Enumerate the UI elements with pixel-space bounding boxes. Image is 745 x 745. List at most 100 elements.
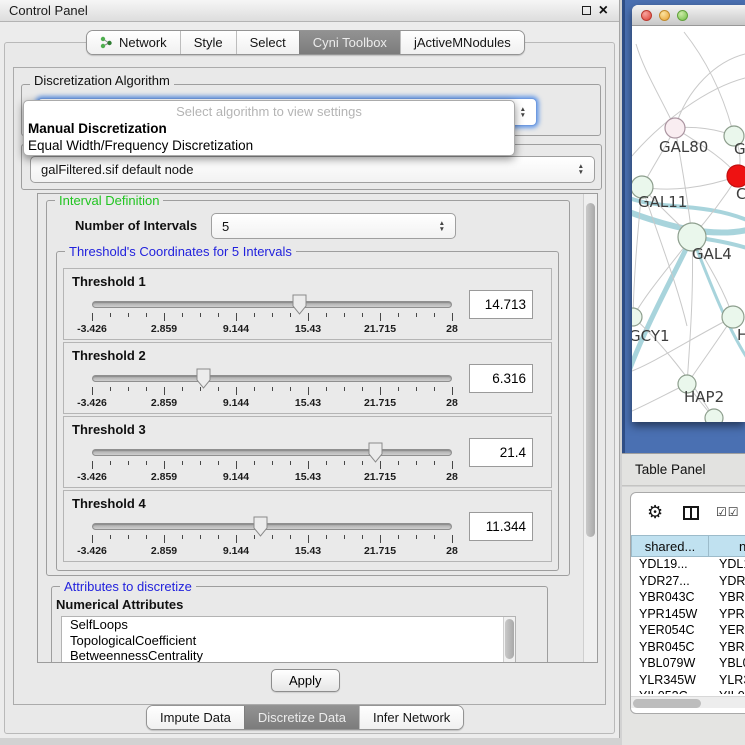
- slider-tick-label: 9.144: [223, 545, 249, 557]
- table-cell[interactable]: YIL052C: [631, 689, 709, 694]
- scrollbar-thumb[interactable]: [633, 699, 701, 708]
- table-cell[interactable]: YDR2: [709, 574, 745, 591]
- table-cell[interactable]: YIL0: [709, 689, 745, 694]
- tab-style[interactable]: Style: [180, 31, 236, 54]
- threshold-slider[interactable]: -3.4262.8599.14415.4321.71528: [92, 444, 452, 486]
- table-cell[interactable]: YPR1: [709, 607, 745, 624]
- tab-select[interactable]: Select: [236, 31, 299, 54]
- network-edge[interactable]: [636, 44, 675, 128]
- list-scrollbar[interactable]: [503, 617, 515, 663]
- network-edge[interactable]: [687, 317, 733, 384]
- table-cell[interactable]: YDR27...: [631, 574, 709, 591]
- slider-tick: [290, 535, 291, 539]
- table-row[interactable]: YBL079WYBL0: [631, 656, 745, 673]
- dropdown-option-equal-width[interactable]: Equal Width/Frequency Discretization: [24, 137, 514, 154]
- threshold-value-input[interactable]: [469, 364, 533, 393]
- table-cell[interactable]: YER0: [709, 623, 745, 640]
- table-cell[interactable]: YLR345W: [631, 673, 709, 690]
- network-edge[interactable]: [675, 54, 745, 128]
- slider-thumb[interactable]: [368, 442, 383, 463]
- network-node[interactable]: [705, 409, 723, 422]
- minimize-traffic-light[interactable]: [659, 10, 670, 21]
- table-cell[interactable]: YDL1: [709, 557, 745, 574]
- interval-definition-group: Interval Definition Number of Intervals …: [46, 200, 570, 576]
- table-cell[interactable]: YBL079W: [631, 656, 709, 673]
- table-cell[interactable]: YBR0: [709, 640, 745, 657]
- network-edge[interactable]: [633, 237, 692, 317]
- slider-tick: [416, 387, 417, 391]
- float-window-icon[interactable]: [582, 6, 591, 15]
- split-columns-icon[interactable]: [683, 506, 699, 520]
- slider-thumb[interactable]: [196, 368, 211, 389]
- table-cell[interactable]: YBL0: [709, 656, 745, 673]
- close-traffic-light[interactable]: [641, 10, 652, 21]
- slider-thumb[interactable]: [253, 516, 268, 537]
- slider-track[interactable]: [92, 375, 452, 382]
- table-horizontal-scrollbar[interactable]: [631, 696, 745, 708]
- table-cell[interactable]: YBR0: [709, 590, 745, 607]
- table-row[interactable]: YDR27...YDR2: [631, 574, 745, 591]
- threshold-slider[interactable]: -3.4262.8599.14415.4321.71528: [92, 296, 452, 338]
- network-node-selected[interactable]: [727, 165, 745, 187]
- tab-infer-network[interactable]: Infer Network: [359, 706, 463, 729]
- table-data-combobox[interactable]: galFiltered.sif default node ▲▼: [30, 156, 595, 183]
- tab-cyni-toolbox[interactable]: Cyni Toolbox: [299, 31, 400, 54]
- slider-track[interactable]: [92, 301, 452, 308]
- slider-tick: [218, 387, 219, 391]
- table-row[interactable]: YBR045CYBR0: [631, 640, 745, 657]
- select-columns-icon[interactable]: ☑☑: [716, 505, 740, 519]
- slider-track[interactable]: [92, 449, 452, 456]
- network-canvas[interactable]: GAL80 G C GAL11 GAL4 GCY1 H HAP2: [632, 26, 745, 422]
- slider-tick-label: 28: [446, 323, 458, 335]
- threshold-slider[interactable]: -3.4262.8599.14415.4321.71528: [92, 370, 452, 412]
- apply-button[interactable]: Apply: [271, 669, 340, 692]
- network-edge[interactable]: [642, 176, 738, 189]
- table-row[interactable]: YPR145WYPR1: [631, 607, 745, 624]
- zoom-traffic-light[interactable]: [677, 10, 688, 21]
- group-title: Discretization Algorithm: [30, 73, 174, 88]
- number-of-intervals-combobox[interactable]: 5 ▲▼: [211, 213, 456, 239]
- slider-tick: [200, 535, 201, 539]
- table-cell[interactable]: YDL19...: [631, 557, 709, 574]
- tab-jactivemnodules[interactable]: jActiveMNodules: [400, 31, 524, 54]
- threshold-value-input[interactable]: [469, 512, 533, 541]
- dropdown-option-manual[interactable]: Manual Discretization: [24, 120, 514, 137]
- tab-network[interactable]: Network: [87, 31, 180, 54]
- attribute-list-item[interactable]: BetweennessCentrality: [62, 648, 515, 663]
- attribute-list-item[interactable]: TopologicalCoefficient: [62, 633, 515, 649]
- scrollbar-thumb[interactable]: [505, 619, 514, 659]
- table-cell[interactable]: YER054C: [631, 623, 709, 640]
- tab-discretize-data[interactable]: Discretize Data: [244, 706, 359, 729]
- slider-tick: [290, 387, 291, 391]
- table-cell[interactable]: YPR145W: [631, 607, 709, 624]
- scrollbar-thumb[interactable]: [586, 203, 595, 537]
- viewport-scrollbar[interactable]: [583, 194, 597, 662]
- table-row[interactable]: YLR345WYLR3: [631, 673, 745, 690]
- close-icon[interactable]: ×: [599, 5, 608, 17]
- table-row[interactable]: YER054CYER0: [631, 623, 745, 640]
- slider-tick: [380, 535, 381, 543]
- threshold-value-input[interactable]: [469, 438, 533, 467]
- slider-track[interactable]: [92, 523, 452, 530]
- table-cell[interactable]: YLR3: [709, 673, 745, 690]
- slider-tick-label: 28: [446, 397, 458, 409]
- column-header-shared-name[interactable]: shared...: [631, 535, 709, 557]
- table-cell[interactable]: YBR043C: [631, 590, 709, 607]
- attribute-list-item[interactable]: SelfLoops: [62, 617, 515, 633]
- network-node[interactable]: [722, 306, 744, 328]
- tab-impute-data[interactable]: Impute Data: [147, 706, 244, 729]
- table-row[interactable]: YBR043CYBR0: [631, 590, 745, 607]
- dropdown-prompt-item[interactable]: Select algorithm to view settings: [24, 103, 514, 120]
- network-node-gal80[interactable]: [665, 118, 685, 138]
- slider-thumb[interactable]: [292, 294, 307, 315]
- slider-tick-label: 15.43: [295, 397, 321, 409]
- column-header-name[interactable]: na: [709, 535, 745, 557]
- slider-tick: [398, 387, 399, 391]
- table-row[interactable]: YIL052CYIL0: [631, 689, 745, 694]
- table-row[interactable]: YDL19...YDL1: [631, 557, 745, 574]
- threshold-value-input[interactable]: [469, 290, 533, 319]
- slider-tick: [398, 461, 399, 465]
- table-cell[interactable]: YBR045C: [631, 640, 709, 657]
- gear-icon[interactable]: ⚙: [647, 502, 663, 523]
- threshold-slider[interactable]: -3.4262.8599.14415.4321.71528: [92, 518, 452, 560]
